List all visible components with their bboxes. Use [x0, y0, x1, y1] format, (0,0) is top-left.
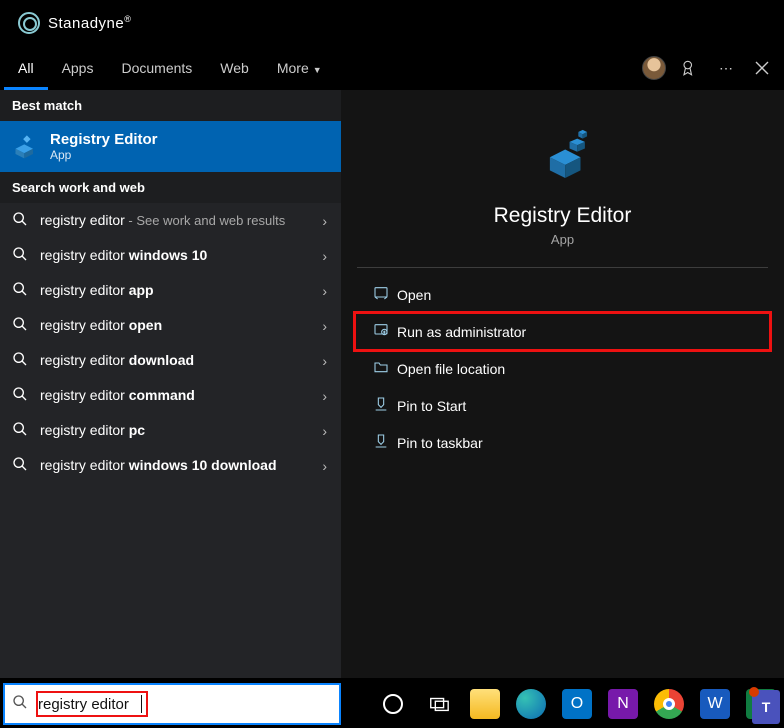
chevron-right-icon: ›	[320, 423, 329, 439]
chevron-right-icon: ›	[320, 458, 329, 474]
action-icon	[373, 322, 397, 341]
preview-app-icon	[341, 90, 784, 190]
close-button[interactable]	[744, 61, 780, 75]
options-icon[interactable]: ⋯	[708, 60, 744, 77]
chevron-right-icon: ›	[320, 248, 329, 264]
action-open-file-location[interactable]: Open file location	[355, 350, 770, 387]
best-match-header: Best match	[0, 90, 341, 121]
suggestion-row[interactable]: registry editor download›	[0, 343, 341, 378]
action-pin-to-start[interactable]: Pin to Start	[355, 387, 770, 424]
action-icon	[373, 285, 397, 304]
brand-logo-icon	[18, 12, 40, 34]
tab-documents[interactable]: Documents	[107, 46, 206, 90]
suggestion-text: registry editor - See work and web resul…	[40, 211, 320, 230]
action-label: Open file location	[397, 361, 505, 377]
suggestion-row[interactable]: registry editor open›	[0, 308, 341, 343]
search-input[interactable]	[38, 696, 140, 713]
brand-name: Stanadyne®	[48, 14, 131, 32]
search-icon	[12, 386, 30, 405]
suggestion-row[interactable]: registry editor - See work and web resul…	[0, 203, 341, 238]
preview-title: Registry Editor	[341, 204, 784, 228]
suggestion-row[interactable]: registry editor command›	[0, 378, 341, 413]
suggestion-text: registry editor pc	[40, 421, 320, 440]
edge-icon[interactable]	[508, 680, 554, 728]
registry-editor-icon	[12, 133, 40, 161]
action-run-as-administrator[interactable]: Run as administrator	[355, 313, 770, 350]
search-icon	[12, 281, 30, 300]
onenote-icon[interactable]: N	[600, 680, 646, 728]
divider	[357, 267, 768, 268]
suggestion-text: registry editor download	[40, 351, 320, 370]
suggestion-row[interactable]: registry editor windows 10 download›	[0, 448, 341, 483]
action-icon	[373, 433, 397, 452]
suggestion-text: registry editor command	[40, 386, 320, 405]
chevron-right-icon: ›	[320, 318, 329, 334]
search-icon	[12, 351, 30, 370]
search-icon	[12, 246, 30, 265]
chevron-right-icon: ›	[320, 353, 329, 369]
suggestion-row[interactable]: registry editor pc›	[0, 413, 341, 448]
best-match-subtitle: App	[50, 148, 158, 162]
rewards-icon[interactable]	[672, 59, 708, 77]
action-label: Run as administrator	[397, 324, 526, 340]
account-avatar[interactable]	[636, 56, 672, 80]
cortana-icon[interactable]	[370, 680, 416, 728]
search-icon	[12, 456, 30, 475]
search-icon	[12, 421, 30, 440]
suggestion-text: registry editor open	[40, 316, 320, 335]
chevron-right-icon: ›	[320, 213, 329, 229]
action-label: Pin to Start	[397, 398, 466, 414]
action-icon	[373, 396, 397, 415]
search-web-header: Search work and web	[0, 172, 341, 203]
action-pin-to-taskbar[interactable]: Pin to taskbar	[355, 424, 770, 461]
taskbar-search-box[interactable]	[4, 684, 340, 724]
best-match-title: Registry Editor	[50, 131, 158, 148]
tab-web[interactable]: Web	[206, 46, 263, 90]
search-highlight	[36, 691, 148, 717]
preview-subtitle: App	[341, 232, 784, 247]
search-filter-tabs: All Apps Documents Web More▼ ⋯	[0, 46, 784, 90]
search-icon	[12, 211, 30, 230]
suggestion-row[interactable]: registry editor app›	[0, 273, 341, 308]
tab-all[interactable]: All	[4, 46, 48, 90]
chevron-right-icon: ›	[320, 283, 329, 299]
word-icon[interactable]: W	[692, 680, 738, 728]
chevron-right-icon: ›	[320, 388, 329, 404]
suggestion-row[interactable]: registry editor windows 10›	[0, 238, 341, 273]
taskbar: O N W X	[0, 680, 784, 728]
preview-pane: Registry Editor App Open Run as administr…	[341, 90, 784, 678]
suggestion-text: registry editor app	[40, 281, 320, 300]
best-match-item[interactable]: Registry Editor App	[0, 121, 341, 172]
search-icon	[12, 316, 30, 335]
action-label: Pin to taskbar	[397, 435, 483, 451]
avatar-icon	[642, 56, 666, 80]
outlook-icon[interactable]: O	[554, 680, 600, 728]
file-explorer-icon[interactable]	[462, 680, 508, 728]
action-label: Open	[397, 287, 431, 303]
suggestion-text: registry editor windows 10	[40, 246, 320, 265]
action-open[interactable]: Open	[355, 276, 770, 313]
chrome-icon[interactable]	[646, 680, 692, 728]
tab-more[interactable]: More▼	[263, 46, 336, 90]
suggestion-text: registry editor windows 10 download	[40, 456, 320, 475]
tab-apps[interactable]: Apps	[48, 46, 108, 90]
results-panel: Best match Registry Editor App Search wo…	[0, 90, 341, 678]
teams-taskbar-icon[interactable]: T	[752, 690, 780, 724]
brand-bar: Stanadyne®	[0, 0, 784, 46]
taskbar-icons: O N W X	[370, 680, 784, 728]
task-view-icon[interactable]	[416, 680, 462, 728]
search-icon	[4, 694, 36, 715]
action-icon	[373, 359, 397, 378]
search-body: Best match Registry Editor App Search wo…	[0, 90, 784, 678]
